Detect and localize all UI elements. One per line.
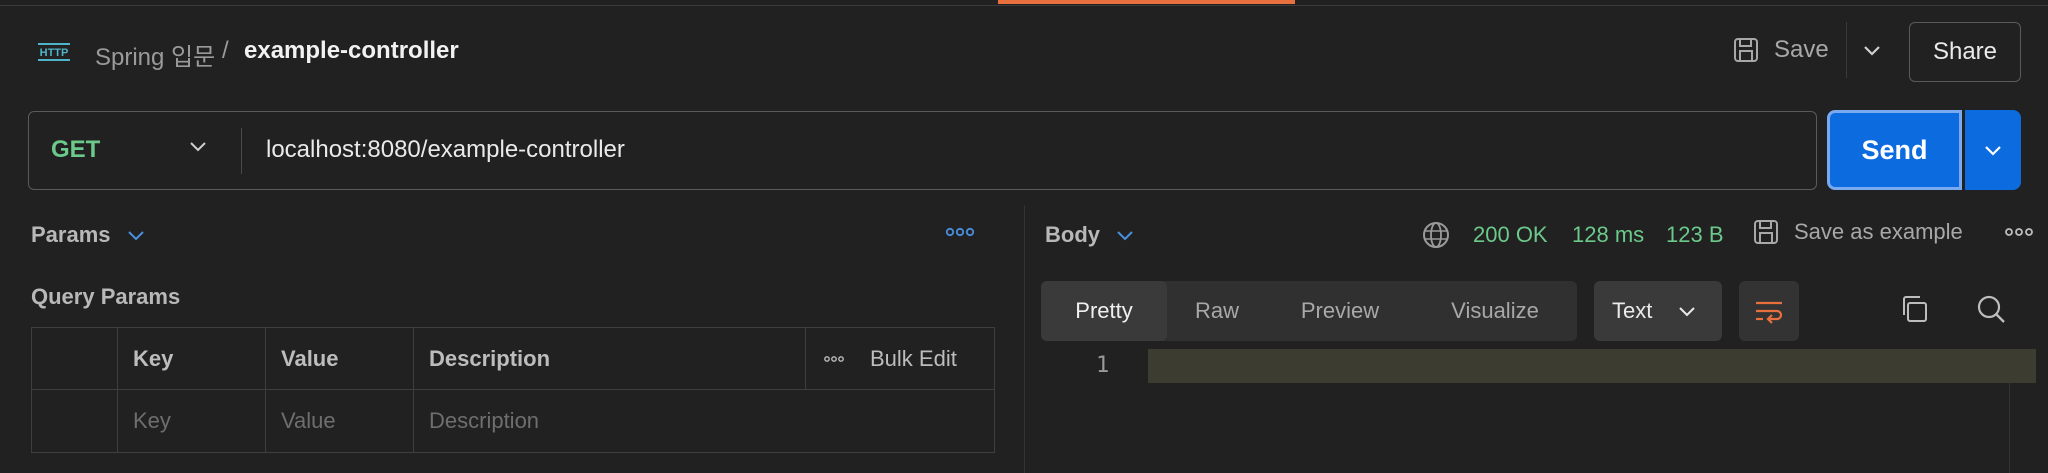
column-description: Description	[413, 328, 805, 390]
tab-response-body[interactable]: Body	[1045, 222, 1134, 248]
chevron-down-icon	[1985, 146, 2001, 156]
save-as-example-label: Save as example	[1794, 219, 1963, 244]
chevron-down-icon	[1863, 46, 1880, 56]
wrap-lines-icon	[1756, 301, 1783, 324]
share-button[interactable]: Share	[1909, 22, 2021, 82]
line-number: 1	[1096, 353, 1110, 378]
send-options-button[interactable]	[1965, 110, 2021, 190]
chevron-down-icon[interactable]	[189, 140, 207, 152]
table-header-row: Key Value Description Bulk Edit	[32, 328, 994, 390]
svg-text:HTTP: HTTP	[40, 47, 69, 59]
tab-visualize[interactable]: Visualize	[1413, 281, 1577, 341]
description-input[interactable]: Description	[413, 390, 994, 452]
response-status[interactable]: 200 OK	[1473, 222, 1548, 248]
copy-icon[interactable]	[1898, 293, 1930, 325]
more-options-icon	[824, 356, 844, 362]
chevron-down-icon	[127, 231, 144, 241]
column-key: Key	[117, 328, 265, 390]
save-label: Save	[1774, 36, 1829, 63]
response-size[interactable]: 123 B	[1666, 222, 1724, 248]
http-icon: HTTP	[38, 43, 70, 61]
chevron-down-icon	[1117, 231, 1133, 241]
checkbox-column	[32, 328, 117, 390]
chevron-down-icon	[1679, 307, 1696, 317]
send-button[interactable]: Send	[1827, 110, 1962, 190]
format-select[interactable]: Text	[1594, 281, 1722, 341]
breadcrumb-collection[interactable]: Spring 입문	[95, 37, 215, 72]
save-options-button[interactable]	[1846, 22, 1896, 78]
tab-preview[interactable]: Preview	[1267, 281, 1413, 341]
globe-icon[interactable]	[1421, 220, 1451, 250]
more-options-icon[interactable]	[2004, 226, 2034, 238]
tab-body-label: Body	[1045, 222, 1100, 247]
save-button[interactable]: Save	[1732, 26, 1829, 74]
editor-scrollbar[interactable]	[2009, 383, 2010, 473]
url-bar: GET localhost:8080/example-controller	[28, 111, 1817, 190]
table-row: Key Value Description	[32, 390, 994, 452]
key-input[interactable]: Key	[117, 390, 265, 452]
panel-divider[interactable]	[1024, 205, 1025, 473]
active-tab-indicator	[998, 0, 1295, 4]
format-select-label: Text	[1612, 298, 1653, 323]
query-params-table: Key Value Description Bulk Edit Key Valu…	[31, 327, 995, 453]
column-value: Value	[265, 328, 413, 390]
active-line-highlight	[1148, 349, 2036, 383]
tab-params-label: Params	[31, 222, 111, 247]
wrap-lines-button[interactable]	[1739, 281, 1799, 341]
tab-raw[interactable]: Raw	[1167, 281, 1267, 341]
save-icon	[1734, 38, 1758, 62]
response-view-tabs: Pretty Raw Preview Visualize	[1041, 281, 1577, 341]
bulk-edit-button[interactable]: Bulk Edit	[805, 328, 994, 390]
save-as-example-button[interactable]: Save as example	[1752, 218, 1963, 246]
tab-params[interactable]: Params	[31, 222, 145, 248]
more-options-icon[interactable]	[945, 226, 975, 238]
divider	[241, 128, 242, 174]
search-icon[interactable]	[1975, 293, 2007, 325]
bulk-edit-label: Bulk Edit	[870, 346, 957, 371]
response-time[interactable]: 128 ms	[1572, 222, 1644, 248]
url-input[interactable]: localhost:8080/example-controller	[266, 136, 625, 164]
save-icon	[1754, 220, 1778, 244]
method-select[interactable]: GET	[51, 136, 100, 164]
query-params-title: Query Params	[31, 284, 181, 309]
request-title[interactable]: example-controller	[244, 37, 459, 65]
tab-pretty[interactable]: Pretty	[1041, 281, 1167, 341]
value-input[interactable]: Value	[265, 390, 413, 452]
row-checkbox-cell	[32, 390, 117, 452]
request-header: HTTP Spring 입문 / example-controller Save…	[0, 12, 2048, 92]
breadcrumb-separator: /	[222, 37, 229, 64]
